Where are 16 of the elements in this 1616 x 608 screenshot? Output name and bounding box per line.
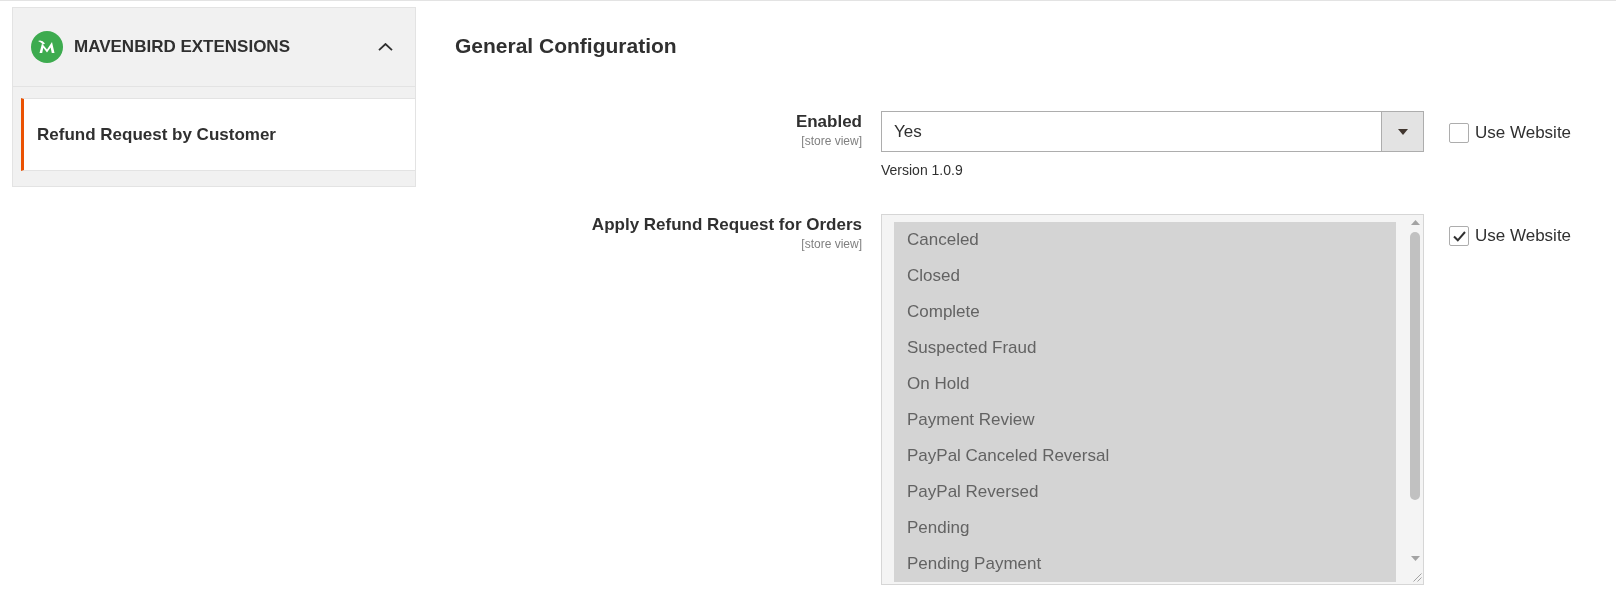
logo-icon xyxy=(31,31,63,63)
checkmark-icon xyxy=(1452,230,1466,242)
dropdown-button[interactable] xyxy=(1381,112,1423,151)
sidebar-item[interactable]: Refund Request by Customer xyxy=(21,98,415,171)
caret-down-icon xyxy=(1397,128,1408,135)
field-note: Version 1.0.9 xyxy=(881,161,963,180)
checkbox-label[interactable]: Use Website xyxy=(1475,122,1572,144)
checkbox[interactable] xyxy=(1449,123,1469,143)
select-field[interactable]: Yes xyxy=(881,111,1424,152)
chevron-up-icon[interactable] xyxy=(378,43,393,51)
section-heading: General Configuration xyxy=(455,33,677,59)
scope-label: [store view] xyxy=(801,236,862,252)
field-label: Enabled xyxy=(795,111,862,133)
sidebar-section-title[interactable]: MAVENBIRD EXTENSIONS xyxy=(74,36,290,58)
field-label: Apply Refund Request for Orders xyxy=(591,214,862,236)
scope-label: [store view] xyxy=(801,133,862,149)
